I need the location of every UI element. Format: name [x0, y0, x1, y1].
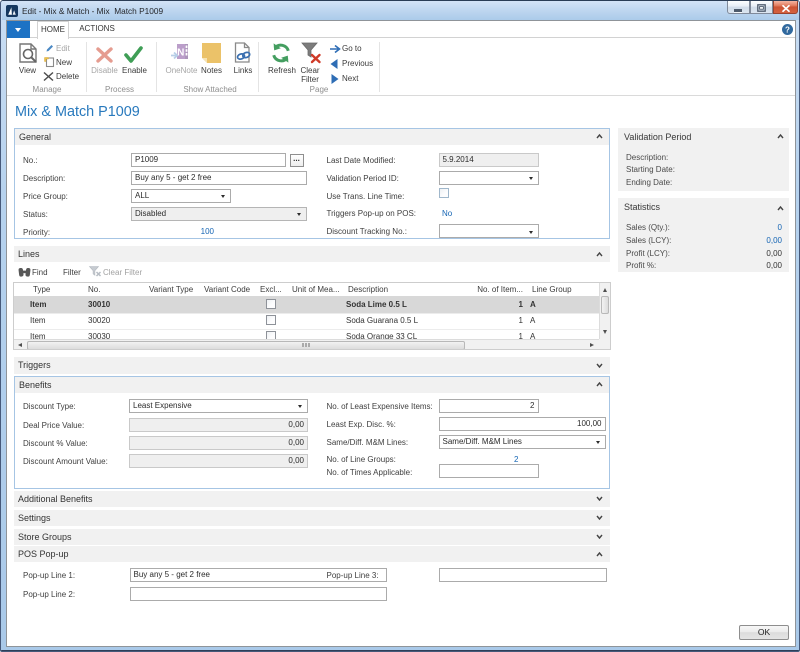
svg-text:N: N: [177, 48, 184, 59]
svg-text:?: ?: [785, 25, 790, 34]
